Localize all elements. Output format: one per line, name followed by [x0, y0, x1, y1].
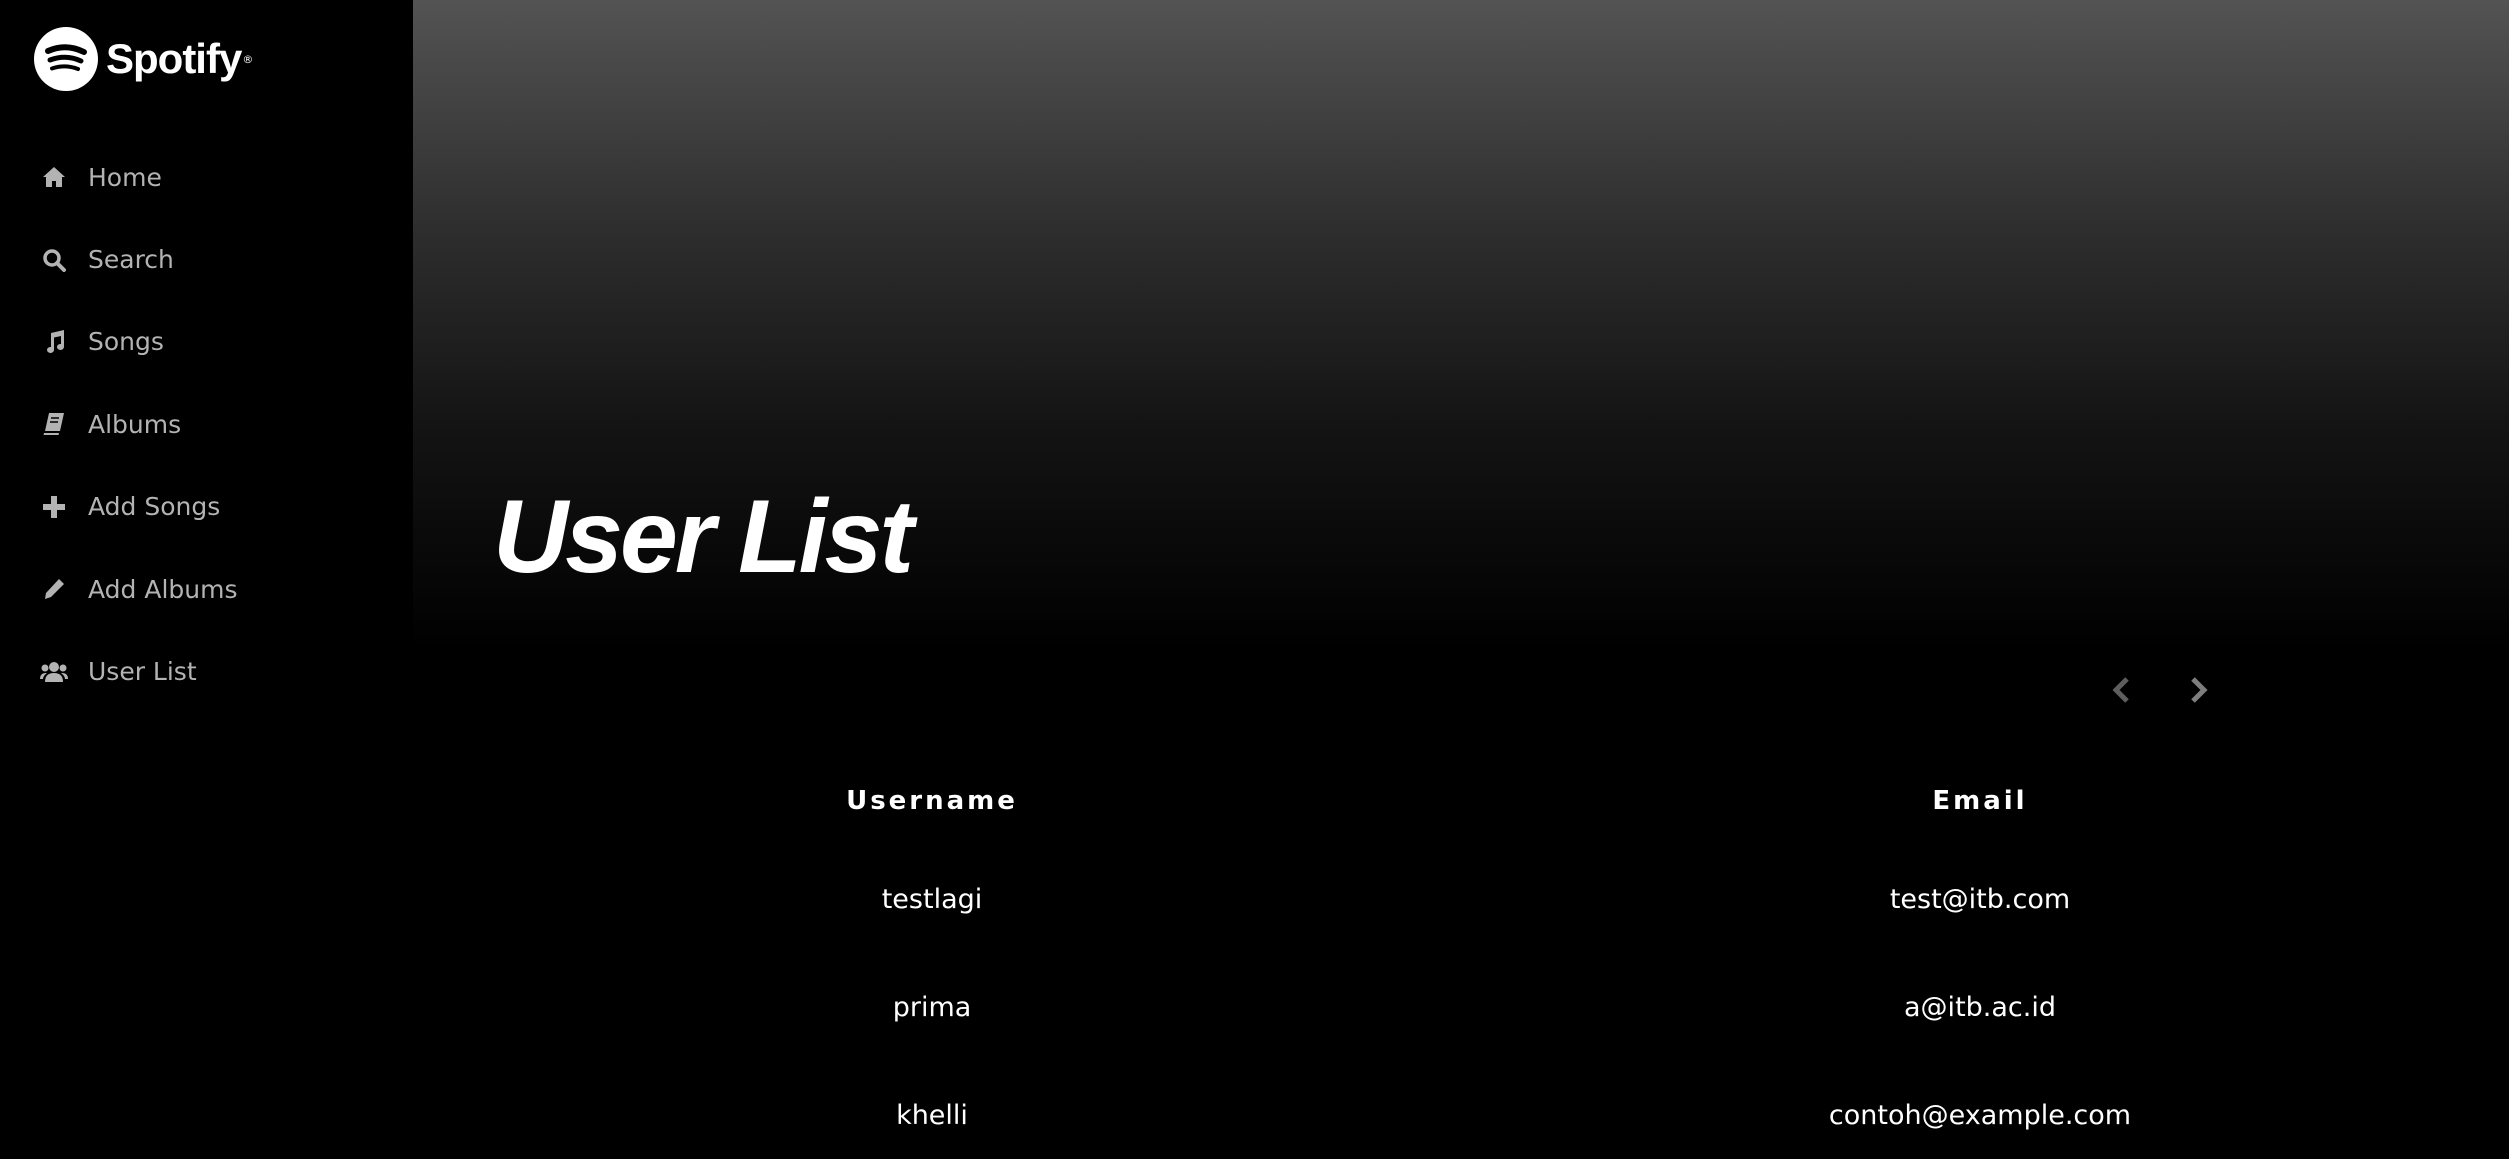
- sidebar-item-add-albums[interactable]: Add Albums: [0, 548, 413, 630]
- user-table-container: Username Email testlagi test@itb.com pri…: [413, 760, 2509, 1159]
- sidebar-item-label: User List: [88, 657, 197, 687]
- users-icon: [40, 658, 68, 686]
- search-icon: [40, 246, 68, 274]
- sidebar: Spotify ® Home Search Songs Albums Add S…: [0, 0, 413, 1159]
- username-cell: prima: [892, 991, 972, 1023]
- sidebar-item-user-list[interactable]: User List: [0, 630, 413, 712]
- table-row: prima a@itb.ac.id: [413, 953, 2509, 1061]
- username-cell: testlagi: [881, 883, 983, 915]
- column-header-username: Username: [846, 786, 1018, 816]
- page-title: User List: [493, 479, 914, 595]
- sidebar-item-add-songs[interactable]: Add Songs: [0, 466, 413, 548]
- sidebar-item-label: Add Albums: [88, 574, 238, 604]
- pencil-icon: [40, 575, 68, 603]
- sidebar-nav: Home Search Songs Albums Add Songs Add A…: [0, 136, 413, 713]
- email-cell: contoh@example.com: [1828, 1099, 2132, 1131]
- pagination-next-button[interactable]: [2179, 670, 2219, 710]
- sidebar-item-songs[interactable]: Songs: [0, 301, 413, 383]
- home-icon: [40, 163, 68, 191]
- spotify-logo-icon: [34, 27, 98, 91]
- email-cell: a@itb.ac.id: [1904, 991, 2056, 1023]
- chevron-left-icon: [2112, 677, 2129, 703]
- app-root: Spotify ® Home Search Songs Albums Add S…: [0, 0, 2509, 1159]
- book-icon: [40, 410, 68, 438]
- sidebar-item-albums[interactable]: Albums: [0, 383, 413, 465]
- email-cell: test@itb.com: [1889, 883, 2071, 915]
- sidebar-item-label: Home: [88, 162, 162, 192]
- sidebar-item-label: Add Songs: [88, 492, 221, 522]
- brand-registered-mark: ®: [242, 52, 254, 66]
- sidebar-item-home[interactable]: Home: [0, 136, 413, 218]
- username-cell: khelli: [896, 1099, 968, 1131]
- music-note-icon: [40, 328, 68, 356]
- column-header-email: Email: [1932, 786, 2028, 816]
- user-table: Username Email testlagi test@itb.com pri…: [413, 760, 2509, 1159]
- brand-name: Spotify: [106, 35, 242, 82]
- sidebar-item-label: Songs: [88, 327, 164, 357]
- sidebar-item-label: Search: [88, 245, 174, 275]
- main-content: User List Username Email testlagi test@i…: [413, 0, 2509, 1159]
- spotify-logo[interactable]: Spotify ®: [34, 27, 253, 91]
- chevron-right-icon: [2191, 677, 2208, 703]
- plus-icon: [40, 493, 68, 521]
- table-header-row: Username Email: [413, 760, 2509, 845]
- sidebar-item-label: Albums: [88, 409, 182, 439]
- table-row: khelli contoh@example.com: [413, 1061, 2509, 1159]
- pagination-prev-button[interactable]: [2101, 670, 2141, 710]
- table-row: testlagi test@itb.com: [413, 845, 2509, 953]
- sidebar-item-search[interactable]: Search: [0, 218, 413, 300]
